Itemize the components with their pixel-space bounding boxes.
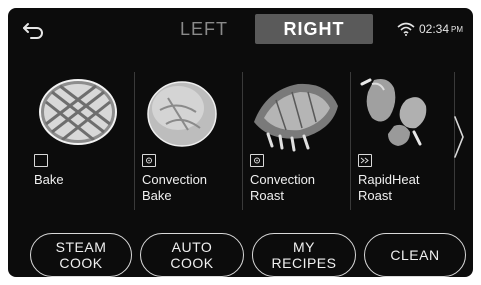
cook-modes-row: Bake Convection Bake Convection Roast Ra… [30,72,450,212]
tab-left[interactable]: LEFT [158,14,250,44]
mode-label: Convection Roast [250,172,316,203]
convection-fan-icon [142,154,156,167]
next-page-button[interactable] [449,112,469,162]
mode-divider [242,72,243,210]
oven-touchscreen: LEFT RIGHT 02:34 PM Bake Convection Bake… [8,8,473,277]
status-area: 02:34 PM [397,22,463,36]
tab-right[interactable]: RIGHT [255,14,373,44]
mode-divider [350,72,351,210]
back-button[interactable] [20,16,48,44]
wifi-icon [397,22,415,36]
clock-time: 02:34 [418,22,449,36]
mode-label: Convection Bake [142,172,208,203]
steam-cook-button[interactable]: STEAM COOK [30,233,132,277]
convection-fan-icon [250,154,264,167]
mode-bake[interactable]: Bake [30,72,134,212]
roast-chicken-image [360,78,427,146]
back-arrow-icon [23,23,43,39]
rapidheat-icon [358,154,372,167]
header-bar: LEFT RIGHT 02:34 PM [8,8,473,52]
clean-button[interactable]: CLEAN [364,233,466,277]
mode-divider [134,72,135,210]
bread-loaf-image [147,81,217,147]
auto-cook-button[interactable]: AUTO COOK [140,233,244,277]
clock-ampm: PM [451,24,463,34]
rack-of-ribs-image [254,83,338,152]
mode-rapidheat-roast[interactable]: RapidHeat Roast [354,72,458,212]
chevron-right-icon [454,116,464,158]
bake-icon [34,154,48,167]
pie-image [39,79,117,145]
mode-label: Bake [34,172,64,187]
my-recipes-button[interactable]: MY RECIPES [252,233,356,277]
mode-convection-bake[interactable]: Convection Bake [138,72,242,212]
mode-convection-roast[interactable]: Convection Roast [246,72,350,212]
mode-label: RapidHeat Roast [358,172,420,203]
